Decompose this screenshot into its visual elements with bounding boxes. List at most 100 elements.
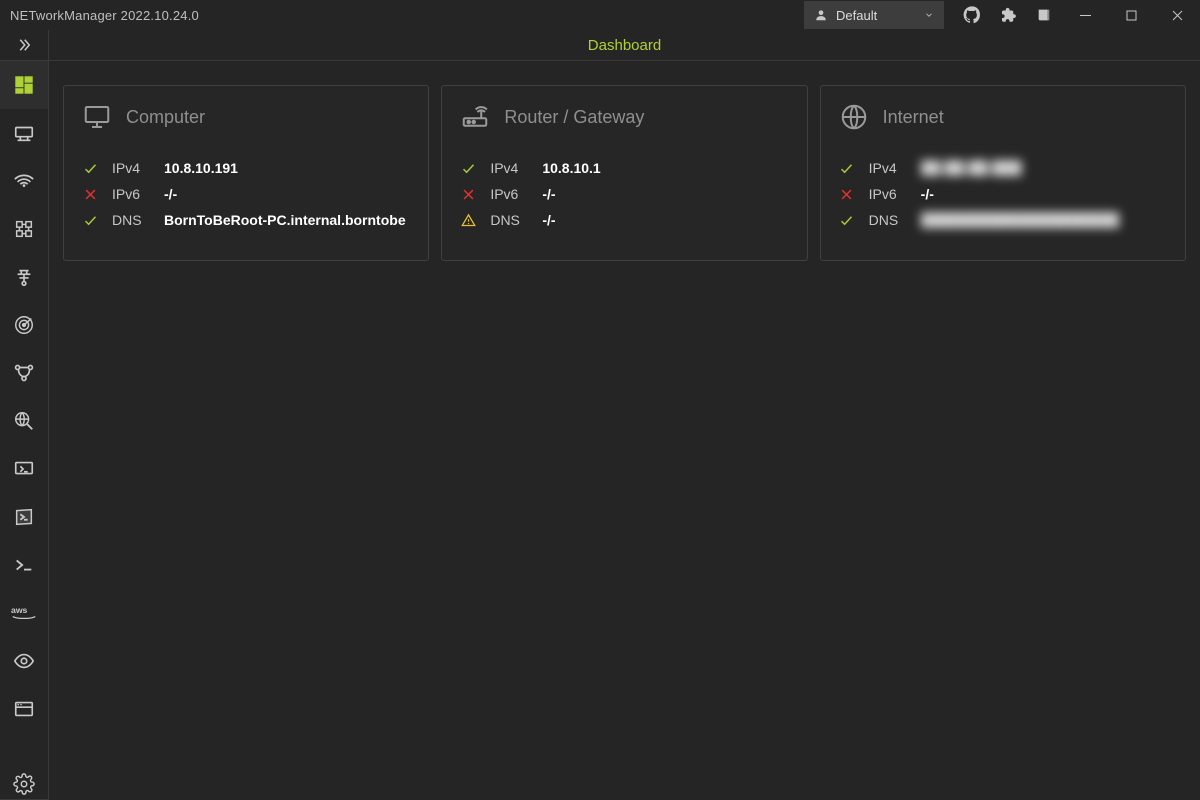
gateway-ipv6-label: IPv6 — [490, 186, 528, 202]
sidebar: aws — [0, 30, 49, 800]
terminal-icon — [13, 554, 35, 576]
puzzle-icon — [999, 6, 1017, 24]
dashboard-icon — [13, 74, 35, 96]
computer-ipv4-label: IPv4 — [112, 160, 150, 176]
aws-icon: aws — [11, 602, 37, 624]
close-icon — [1172, 10, 1183, 21]
computer-ipv6-row: IPv6 -/- — [82, 186, 410, 202]
card-computer-title: Computer — [126, 107, 205, 128]
sidebar-item-putty[interactable] — [0, 541, 48, 589]
radar-icon — [13, 314, 35, 336]
user-icon — [814, 8, 828, 22]
computer-dns-label: DNS — [112, 212, 150, 228]
internet-ipv4-value: ██.██.██.███ — [921, 160, 1167, 176]
page-title: Dashboard — [588, 37, 661, 54]
route-icon — [13, 362, 35, 384]
computer-ipv6-label: IPv6 — [112, 186, 150, 202]
gear-icon — [13, 773, 35, 795]
chevron-double-right-icon — [15, 36, 33, 54]
card-internet-title: Internet — [883, 107, 944, 128]
internet-ipv4-row: IPv4 ██.██.██.███ — [839, 160, 1167, 176]
card-gateway-header: Router / Gateway — [460, 102, 788, 132]
gateway-ipv4-row: IPv4 10.8.10.1 — [460, 160, 788, 176]
app-shell: aws Dashboard — [0, 30, 1200, 800]
sidebar-bottom — [0, 769, 48, 800]
globe-icon — [839, 102, 869, 132]
expand-sidebar-button[interactable] — [0, 30, 48, 61]
cards-row: Computer IPv4 10.8.10.191 IPv6 -/- DNS B… — [49, 61, 1200, 275]
check-icon — [460, 161, 476, 176]
card-gateway: Router / Gateway IPv4 10.8.10.1 IPv6 -/-… — [441, 85, 807, 261]
sidebar-item-wifi[interactable] — [0, 157, 48, 205]
cross-icon — [82, 187, 98, 202]
sidebar-item-powershell[interactable] — [0, 493, 48, 541]
powershell-icon — [13, 506, 35, 528]
card-internet: Internet IPv4 ██.██.██.███ IPv6 -/- DNS … — [820, 85, 1186, 261]
sidebar-item-network-interface[interactable] — [0, 109, 48, 157]
profile-label: Default — [836, 8, 877, 23]
title-bar: NETworkManager 2022.10.24.0 Default — [0, 0, 1200, 30]
router-icon — [460, 102, 490, 132]
internet-dns-value: ████████████████████ — [921, 212, 1167, 228]
wifi-icon — [13, 170, 35, 192]
computer-dns-row: DNS BornToBeRoot-PC.internal.borntobe — [82, 212, 410, 228]
minimize-button[interactable] — [1062, 0, 1108, 30]
sidebar-item-traceroute[interactable] — [0, 349, 48, 397]
check-icon — [839, 213, 855, 228]
computer-ipv4-row: IPv4 10.8.10.191 — [82, 160, 410, 176]
port-scanner-icon — [13, 266, 35, 288]
sidebar-item-web-console[interactable] — [0, 685, 48, 733]
gateway-ipv4-value: 10.8.10.1 — [542, 160, 788, 176]
gateway-dns-row: DNS -/- — [460, 212, 788, 228]
minimize-icon — [1080, 10, 1091, 21]
network-card-icon — [13, 122, 35, 144]
computer-ipv4-value: 10.8.10.191 — [164, 160, 410, 176]
internet-ipv6-value: -/- — [921, 186, 1167, 202]
internet-ipv4-label: IPv4 — [869, 160, 907, 176]
ip-scanner-icon — [13, 218, 35, 240]
sidebar-item-dashboard[interactable] — [0, 61, 48, 109]
title-bar-right: Default — [804, 0, 1200, 30]
sidebar-item-ip-scanner[interactable] — [0, 205, 48, 253]
extensions-button[interactable] — [990, 0, 1026, 30]
sidebar-item-aws[interactable]: aws — [0, 589, 48, 637]
sidebar-item-remote-desktop[interactable] — [0, 445, 48, 493]
eye-icon — [13, 650, 35, 672]
search-globe-icon — [13, 410, 35, 432]
profile-dropdown[interactable]: Default — [804, 1, 944, 29]
card-computer: Computer IPv4 10.8.10.191 IPv6 -/- DNS B… — [63, 85, 429, 261]
internet-ipv6-label: IPv6 — [869, 186, 907, 202]
cross-icon — [460, 187, 476, 202]
gateway-ipv6-row: IPv6 -/- — [460, 186, 788, 202]
sidebar-item-settings[interactable] — [0, 769, 48, 800]
check-icon — [839, 161, 855, 176]
maximize-button[interactable] — [1108, 0, 1154, 30]
computer-dns-value: BornToBeRoot-PC.internal.borntobe — [164, 212, 410, 228]
check-icon — [82, 213, 98, 228]
documentation-button[interactable] — [1026, 0, 1062, 30]
computer-icon — [82, 102, 112, 132]
chevron-down-icon — [924, 10, 934, 20]
computer-ipv6-value: -/- — [164, 186, 410, 202]
warning-icon — [460, 213, 476, 228]
close-button[interactable] — [1154, 0, 1200, 30]
check-icon — [82, 161, 98, 176]
card-internet-header: Internet — [839, 102, 1167, 132]
sidebar-item-ping-monitor[interactable] — [0, 301, 48, 349]
gateway-ipv6-value: -/- — [542, 186, 788, 202]
book-icon — [1036, 7, 1052, 23]
svg-text:aws: aws — [11, 605, 28, 615]
sidebar-item-dns-lookup[interactable] — [0, 397, 48, 445]
cross-icon — [839, 187, 855, 202]
github-link[interactable] — [954, 0, 990, 30]
remote-desktop-icon — [13, 458, 35, 480]
content-area: Dashboard Computer IPv4 10.8.10.191 — [49, 30, 1200, 800]
gateway-ipv4-label: IPv4 — [490, 160, 528, 176]
sidebar-item-port-scanner[interactable] — [0, 253, 48, 301]
card-gateway-title: Router / Gateway — [504, 107, 644, 128]
maximize-icon — [1126, 10, 1137, 21]
card-computer-header: Computer — [82, 102, 410, 132]
sidebar-item-tigervnc[interactable] — [0, 637, 48, 685]
page-header: Dashboard — [49, 30, 1200, 61]
internet-ipv6-row: IPv6 -/- — [839, 186, 1167, 202]
